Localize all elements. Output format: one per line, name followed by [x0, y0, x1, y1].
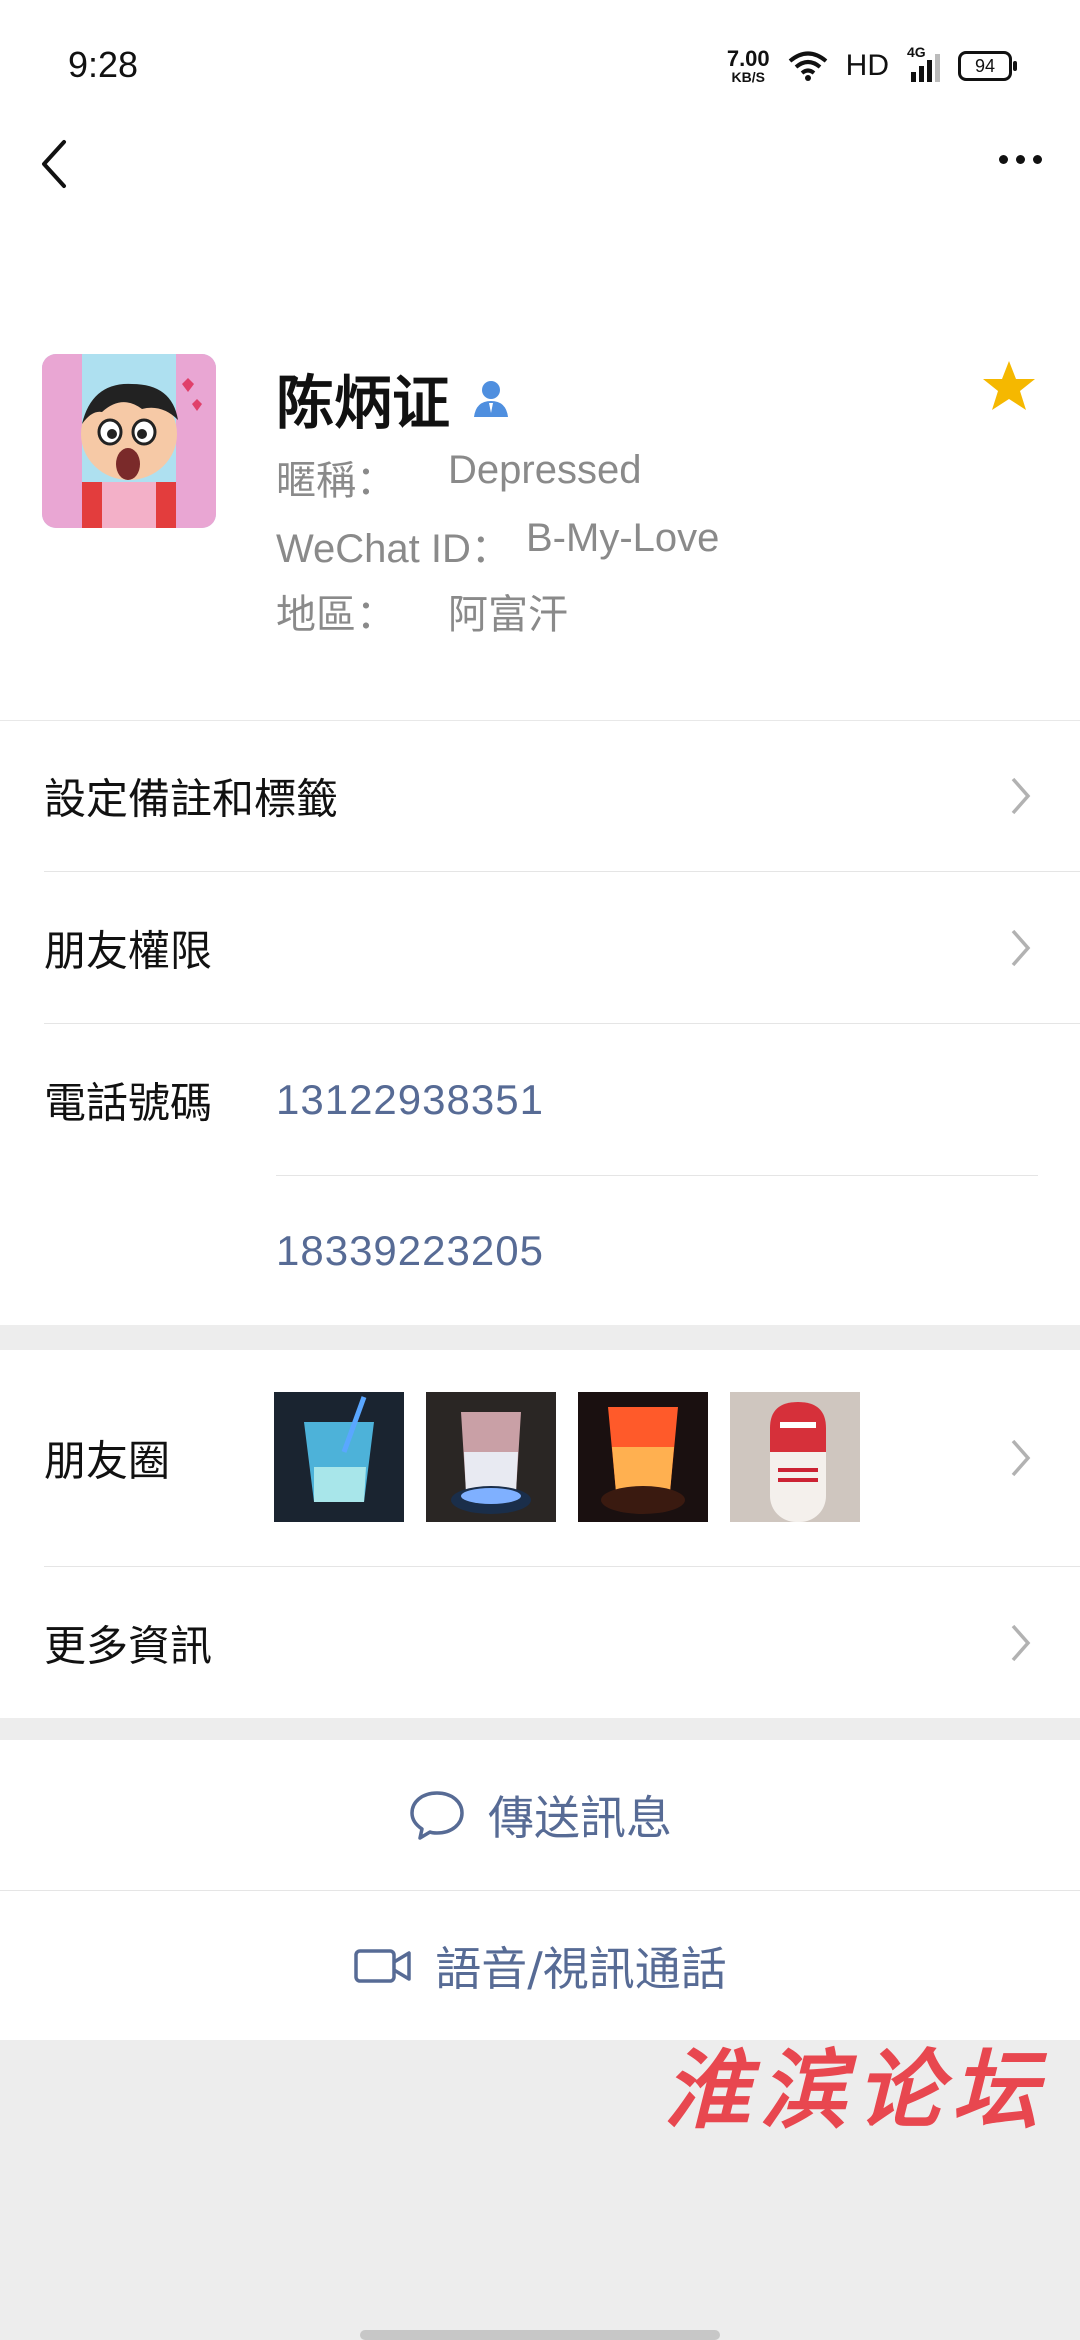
divider	[44, 1023, 1080, 1024]
phone-row: 電話號碼 13122938351	[0, 1025, 1080, 1175]
chevron-right-icon	[1011, 777, 1031, 815]
video-camera-icon	[354, 1949, 411, 1983]
friend-permissions-row[interactable]: 朋友權限	[0, 873, 1080, 1023]
nickname-value: Depressed	[448, 448, 642, 492]
chevron-right-icon	[1011, 929, 1031, 967]
home-indicator[interactable]	[360, 2330, 720, 2340]
region-label: 地區：	[276, 593, 396, 637]
more-info-label: 更多資訊	[44, 1621, 213, 1671]
signal-icon: 4G	[907, 44, 940, 82]
divider	[276, 1175, 1038, 1176]
status-time: 9:28	[68, 44, 139, 85]
more-info-row[interactable]: 更多資訊	[0, 1568, 1080, 1718]
voice-video-call-button[interactable]: 語音/視訊通話	[0, 1891, 1080, 2041]
region-value: 阿富汗	[448, 593, 568, 637]
more-options-button[interactable]	[990, 144, 1050, 174]
dot-icon	[1032, 154, 1042, 164]
moments-photo[interactable]	[274, 1392, 404, 1522]
moments-label: 朋友圈	[44, 1436, 171, 1486]
dot-icon	[1015, 154, 1025, 164]
send-message-button[interactable]: 傳送訊息	[0, 1740, 1080, 1890]
profile-header: 9:28 7.00 KB/S HD 4G 94 陈炳证 暱稱： Depresse…	[0, 0, 1080, 720]
moments-photo[interactable]	[578, 1392, 708, 1522]
chevron-right-icon	[1011, 1624, 1031, 1662]
net-speed-value: 7.00	[726, 46, 770, 71]
chat-bubble-icon	[410, 1791, 464, 1840]
contact-settings-section: 設定備註和標籤 朋友權限 電話號碼 13122938351 1833922320…	[0, 721, 1080, 1325]
phone-row-2: 18339223205	[0, 1177, 1080, 1325]
wechat-id-value[interactable]: B-My-Love	[526, 516, 719, 561]
star-icon[interactable]	[980, 358, 1038, 416]
send-message-label: 傳送訊息	[488, 1791, 672, 1845]
battery-level: 94	[974, 55, 996, 76]
contact-person-icon	[474, 381, 509, 417]
avatar[interactable]	[42, 354, 216, 528]
chevron-right-icon	[1011, 1439, 1031, 1477]
watermark-text: 淮滨论坛	[664, 2040, 1048, 2141]
status-icons: 7.00 KB/S HD 4G 94	[726, 44, 1017, 88]
network-type: 4G	[907, 44, 926, 60]
wechat-id-row: WeChat ID： B-My-Love	[276, 516, 719, 574]
hd-indicator: HD	[845, 49, 889, 82]
dot-icon	[998, 154, 1008, 164]
friend-permissions-label: 朋友權限	[44, 926, 213, 976]
phone-number-1[interactable]: 13122938351	[276, 1076, 544, 1124]
back-button[interactable]	[32, 134, 82, 194]
nickname-row: 暱稱： Depressed	[276, 448, 641, 506]
actions-section: 傳送訊息 語音/視訊通話	[0, 1740, 1080, 2040]
net-speed: 7.00 KB/S	[726, 46, 770, 85]
wifi-icon	[788, 51, 827, 81]
moments-thumbnails	[274, 1392, 860, 1522]
moments-row[interactable]: 朋友圈	[0, 1350, 1080, 1566]
moments-section: 朋友圈 更多資訊	[0, 1350, 1080, 1718]
contact-name-row: 陈炳证	[276, 356, 512, 440]
wechat-id-label: WeChat ID：	[276, 527, 511, 571]
phone-label: 電話號碼	[44, 1078, 213, 1128]
divider	[44, 1566, 1080, 1567]
net-speed-unit: KB/S	[731, 69, 765, 85]
contact-name: 陈炳证	[276, 369, 451, 437]
nickname-label: 暱稱：	[276, 459, 396, 503]
battery-icon: 94	[958, 51, 1017, 81]
voice-video-call-label: 語音/視訊通話	[435, 1942, 727, 1996]
moments-photo[interactable]	[730, 1392, 860, 1522]
divider	[44, 871, 1080, 872]
moments-photo[interactable]	[426, 1392, 556, 1522]
region-row: 地區： 阿富汗	[276, 582, 568, 640]
phone-number-2[interactable]: 18339223205	[276, 1227, 544, 1275]
remarks-tags-row[interactable]: 設定備註和標籤	[0, 721, 1080, 871]
remarks-tags-label: 設定備註和標籤	[44, 774, 339, 824]
